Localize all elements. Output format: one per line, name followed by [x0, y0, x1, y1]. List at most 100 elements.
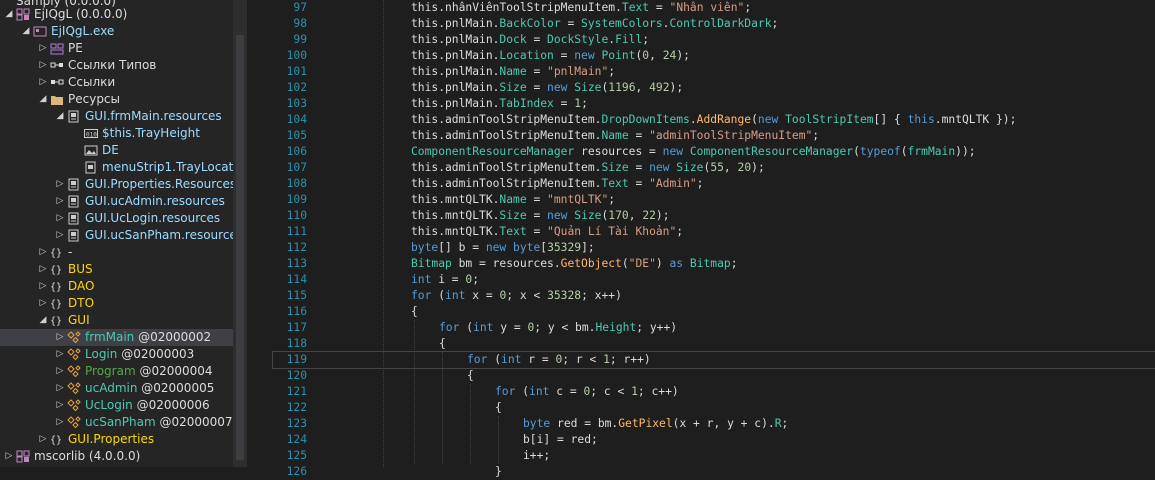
- code-line[interactable]: 105 this.adminToolStripMenuItem.Name = "a…: [273, 128, 1155, 144]
- collapsed-arrow-icon[interactable]: ▷: [38, 244, 48, 261]
- code-editor[interactable]: 97 this.nhânViênToolStripMenuItem.Text = …: [272, 0, 1155, 478]
- line-number: 102: [286, 81, 307, 94]
- code-line[interactable]: 120 {: [273, 368, 1155, 384]
- tree-row[interactable]: ◢ EjIQgL.exe: [0, 23, 233, 40]
- tree-row[interactable]: ▷ GUI.UcLogin.resources: [0, 210, 233, 227]
- code-line[interactable]: 124 b[i] = red;: [273, 432, 1155, 448]
- namespace-icon: {}: [50, 263, 64, 276]
- tree-row[interactable]: ▷{} DAO: [0, 278, 233, 295]
- code-token: Name: [601, 129, 629, 142]
- tree-row[interactable]: ◢ GUI.frmMain.resources: [0, 108, 233, 125]
- tree-row[interactable]: ▷ ucAdmin @02000005: [0, 380, 233, 397]
- code-text: {: [439, 336, 446, 352]
- code-line[interactable]: 118 {: [273, 336, 1155, 352]
- tree-row[interactable]: ▷ PE: [0, 40, 233, 57]
- tree-row[interactable]: ▷{} DTO: [0, 295, 233, 312]
- tree-row[interactable]: ▷ GUI.ucSanPham.resources: [0, 227, 233, 244]
- expanded-arrow-icon[interactable]: ◢: [38, 91, 48, 108]
- expanded-arrow-icon[interactable]: ◢: [38, 312, 48, 329]
- tree-row[interactable]: 010 $this.TrayHeight: [0, 125, 233, 142]
- collapsed-arrow-icon[interactable]: ▷: [38, 431, 48, 448]
- expanded-arrow-icon[interactable]: ◢: [21, 23, 31, 40]
- code-line[interactable]: 116 {: [273, 304, 1155, 320]
- code-line[interactable]: 103 this.pnlMain.TabIndex = 1;: [273, 96, 1155, 112]
- code-token: b[i] = red;: [523, 433, 598, 446]
- collapsed-arrow-icon[interactable]: ▷: [38, 261, 48, 278]
- tree-row[interactable]: ▷{} BUS: [0, 261, 233, 278]
- tree-row[interactable]: ▷ ucSanPham @02000007: [0, 414, 233, 431]
- tree-row-label: Ссылки Типов: [68, 58, 157, 72]
- code-line[interactable]: 102 this.pnlMain.Size = new Size(1196, 49…: [273, 80, 1155, 96]
- collapsed-arrow-icon[interactable]: ▷: [55, 397, 65, 414]
- code-text: this.mntQLTK.Text = "Quản Lí Tài Khoản";: [411, 224, 683, 240]
- tree-row[interactable]: ◢{} GUI: [0, 312, 233, 329]
- code-line[interactable]: 109 this.mntQLTK.Name = "mntQLTK";: [273, 192, 1155, 208]
- collapsed-arrow-icon[interactable]: ▷: [55, 414, 65, 431]
- tree-row[interactable]: DE: [0, 142, 233, 159]
- code-line[interactable]: 117 for (int y = 0; y < bm.Height; y++): [273, 320, 1155, 336]
- code-token: "pnlMain": [547, 65, 609, 78]
- collapsed-arrow-icon[interactable]: ▷: [38, 57, 48, 74]
- collapsed-arrow-icon[interactable]: ▷: [38, 278, 48, 295]
- collapsed-arrow-icon[interactable]: ▷: [38, 295, 48, 312]
- tree-row[interactable]: ▷{} -: [0, 244, 233, 261]
- tree-row[interactable]: ▷ Login @02000003: [0, 346, 233, 363]
- code-line[interactable]: 110 this.mntQLTK.Size = new Size(170, 22)…: [273, 208, 1155, 224]
- tree-row[interactable]: ▷ GUI.ucAdmin.resources: [0, 193, 233, 210]
- code-token: this.pnlMain.: [411, 65, 500, 78]
- pe-icon: [50, 42, 64, 55]
- tree-row[interactable]: ▷ Ссылки: [0, 74, 233, 91]
- expanded-arrow-icon[interactable]: ◢: [55, 108, 65, 125]
- code-token: Size: [601, 161, 629, 174]
- code-line[interactable]: 101 this.pnlMain.Name = "pnlMain";: [273, 64, 1155, 80]
- collapsed-arrow-icon[interactable]: ▷: [55, 176, 65, 193]
- code-line[interactable]: 98 this.pnlMain.BackColor = SystemColors.…: [273, 16, 1155, 32]
- code-line[interactable]: 114 int i = 0;: [273, 272, 1155, 288]
- collapsed-arrow-icon[interactable]: ▷: [38, 40, 48, 57]
- code-line[interactable]: 106 ComponentResourceManager resources = …: [273, 144, 1155, 160]
- svg-text:{}: {}: [50, 248, 62, 259]
- tree-row[interactable]: ▷ UcLogin @02000006: [0, 397, 233, 414]
- tree-row[interactable]: ▷ mscorlib (4.0.0.0): [0, 448, 233, 465]
- code-line[interactable]: 125 i++;: [273, 448, 1155, 464]
- collapsed-arrow-icon[interactable]: ▷: [4, 448, 14, 465]
- collapsed-arrow-icon[interactable]: ▷: [55, 346, 65, 363]
- code-token: .: [615, 1, 622, 14]
- code-line[interactable]: 115 for (int x = 0; x < 35328; x++): [273, 288, 1155, 304]
- code-text: for (int c = 0; c < 1; c++): [495, 384, 679, 400]
- code-line[interactable]: 104 this.adminToolStripMenuItem.DropDownI…: [273, 112, 1155, 128]
- collapsed-arrow-icon[interactable]: ▷: [55, 329, 65, 346]
- panel-splitter[interactable]: [247, 0, 273, 467]
- tree-row[interactable]: menuStrip1.TrayLocati: [0, 159, 233, 176]
- collapsed-arrow-icon[interactable]: ▷: [55, 380, 65, 397]
- collapsed-arrow-icon[interactable]: ▷: [55, 363, 65, 380]
- code-line[interactable]: 108 this.adminToolStripMenuItem.Text = "A…: [273, 176, 1155, 192]
- tree-row[interactable]: ▷ frmMain @02000002: [0, 329, 233, 346]
- collapsed-arrow-icon[interactable]: ▷: [55, 193, 65, 210]
- code-token: new: [485, 241, 514, 254]
- code-line[interactable]: 126}: [273, 464, 1155, 480]
- tree-row[interactable]: ▷ Program @02000004: [0, 363, 233, 380]
- code-line[interactable]: 111 this.mntQLTK.Text = "Quản Lí Tài Khoả…: [273, 224, 1155, 240]
- collapsed-arrow-icon[interactable]: ▷: [38, 74, 48, 91]
- tree-row[interactable]: ▷ Ссылки Типов: [0, 57, 233, 74]
- collapsed-arrow-icon[interactable]: ▷: [55, 227, 65, 244]
- collapsed-arrow-icon[interactable]: ▷: [55, 210, 65, 227]
- code-line[interactable]: 123 byte red = bm.GetPixel(x + r, y + c).…: [273, 416, 1155, 432]
- tree-scrollbar-thumb[interactable]: [236, 35, 244, 460]
- tree-row[interactable]: ▷ GUI.Properties.Resources.: [0, 176, 233, 193]
- code-line[interactable]: 97 this.nhânViênToolStripMenuItem.Text = …: [273, 0, 1155, 16]
- code-line[interactable]: 112 byte[] b = new byte[35329];: [273, 240, 1155, 256]
- code-line[interactable]: 107 this.adminToolStripMenuItem.Size = ne…: [273, 160, 1155, 176]
- code-line[interactable]: 121 for (int c = 0; c < 1; c++): [273, 384, 1155, 400]
- tree-row[interactable]: ▷{} GUI.Properties: [0, 431, 233, 448]
- code-line[interactable]: 113 Bitmap bm = resources.GetObject("DE")…: [273, 256, 1155, 272]
- code-line[interactable]: 122 {: [273, 400, 1155, 416]
- expanded-arrow-icon[interactable]: ◢: [4, 6, 14, 23]
- assembly-explorer-tree[interactable]: Samply (0.0.0.0) ◢ EjIQgL (0.0.0.0) ◢ EjIQgL…: [0, 0, 233, 467]
- code-line[interactable]: 99 this.pnlMain.Dock = DockStyle.Fill;: [273, 32, 1155, 48]
- tree-row[interactable]: ◢ Ресурсы: [0, 91, 233, 108]
- code-line[interactable]: 119 for (int r = 0; r < 1; r++): [272, 351, 1155, 369]
- tree-row[interactable]: ◢ EjIQgL (0.0.0.0): [0, 6, 233, 23]
- code-line[interactable]: 100 this.pnlMain.Location = new Point(0, …: [273, 48, 1155, 64]
